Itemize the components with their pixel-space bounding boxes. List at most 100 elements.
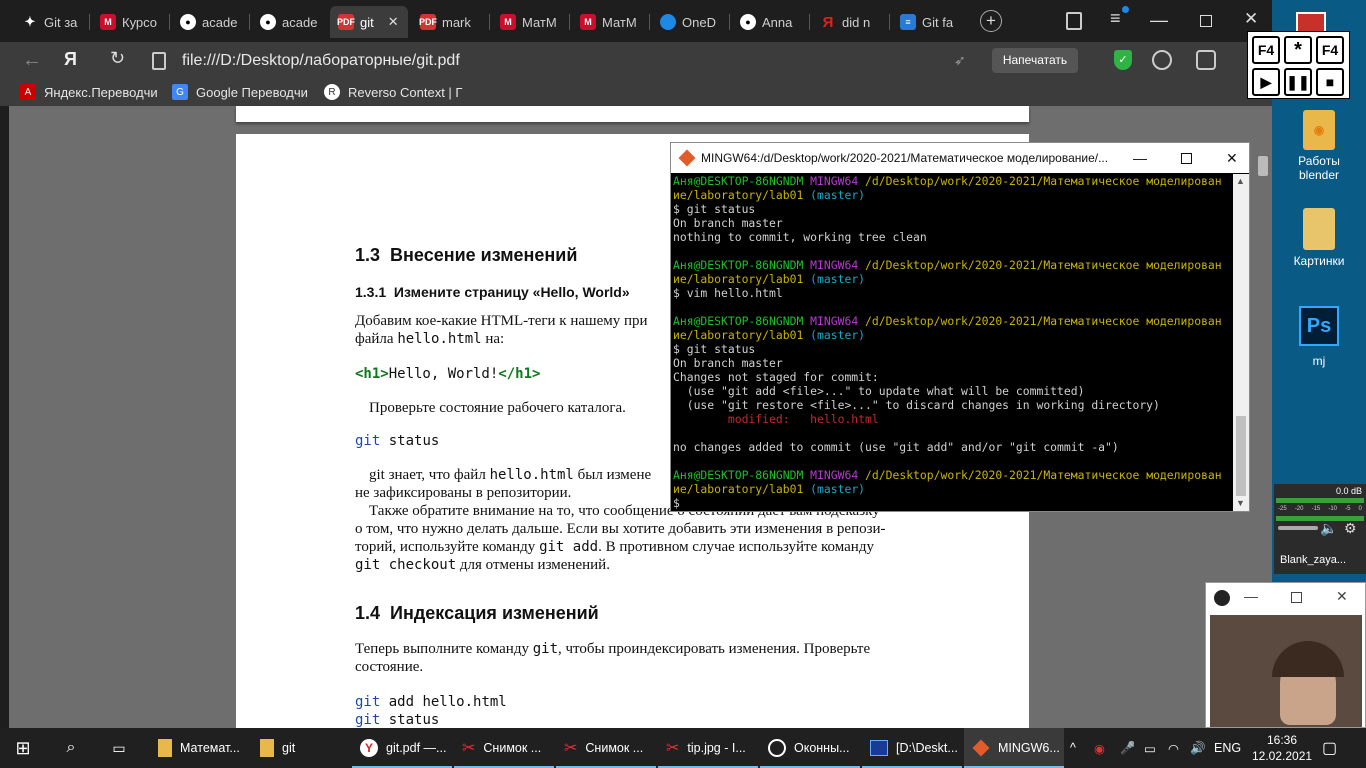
paragraph-text: Добавим кое-какие HTML-теги к нашему при (355, 313, 648, 329)
subsection-heading: 1.3.1 Измените страницу «Hello, World» (355, 284, 630, 300)
taskbar-item-8-active[interactable]: MINGW6... (964, 728, 1064, 768)
translate-icon: A (20, 84, 36, 100)
tab-5[interactable]: PDF mark (412, 6, 488, 38)
tab-8[interactable]: OneD (652, 6, 728, 38)
back-icon[interactable]: ← (22, 49, 42, 72)
app-icon: M (580, 14, 596, 30)
f4-button[interactable]: F4 (1252, 36, 1280, 64)
tab-6[interactable]: M МатМ (492, 6, 568, 38)
tab-11[interactable]: ≡ Git fa (892, 6, 968, 38)
folder-icon (158, 739, 172, 757)
search-icon: ⌕ (66, 739, 76, 756)
tab-7[interactable]: M МатМ (572, 6, 648, 38)
bookmark-google-translate[interactable]: G Google Переводчи (172, 84, 308, 100)
tab-3[interactable]: ● acade (252, 6, 328, 38)
close-window-button[interactable]: ✕ (1244, 9, 1258, 29)
terminal-output[interactable]: Аня@DESKTOP-86NGNDM MINGW64 /d/Desktop/w… (673, 174, 1233, 510)
taskbar-item-7[interactable]: [D:\Deskt... (862, 728, 962, 768)
snip-icon: ✂ (564, 740, 578, 757)
folder-icon (1303, 208, 1335, 250)
tab-9[interactable]: ● Anna (732, 6, 808, 38)
close-button[interactable]: ✕ (1336, 588, 1348, 605)
gear-icon[interactable]: ⚙ (1344, 520, 1357, 537)
bookmarks-bar: A Яндекс.Переводчи G Google Переводчи R Rev… (0, 80, 1272, 106)
wifi-icon[interactable]: ◠ (1168, 728, 1184, 768)
close-icon[interactable]: ✕ (388, 14, 399, 30)
scroll-thumb[interactable] (1236, 416, 1246, 496)
taskbar-item-1[interactable]: git (252, 728, 348, 768)
taskbar-item-3[interactable]: ✂ Снимок ... (454, 728, 554, 768)
print-button[interactable]: Напечатать (992, 48, 1078, 73)
code-block: git status (355, 712, 440, 728)
pdf-icon: PDF (337, 14, 355, 30)
code-block: git status (355, 433, 440, 449)
minimize-button[interactable]: — (1244, 588, 1258, 604)
maximize-button[interactable] (1200, 15, 1212, 27)
desktop-icon-blender[interactable]: ◉ Работы blender (1279, 110, 1359, 182)
pdf-scrollbar[interactable] (1258, 156, 1268, 176)
section-heading: 1.3 Внесение изменений (355, 245, 578, 265)
terminal-scrollbar[interactable]: ▲ ▼ (1233, 174, 1249, 511)
url-field[interactable]: file:///D:/Desktop/лабораторные/git.pdf (146, 46, 976, 76)
scroll-up-icon[interactable]: ▲ (1236, 176, 1245, 186)
paragraph-text: git знает, что файл hello.html был измен… (369, 467, 652, 483)
task-view-button[interactable]: ▭ (96, 728, 142, 768)
minimize-button[interactable]: — (1150, 10, 1168, 31)
obs-icon (1214, 590, 1230, 606)
address-bar: ← Я ↻ file:///D:/Desktop/лабораторные/gi… (0, 42, 1272, 80)
maximize-button[interactable] (1291, 592, 1302, 603)
tray-chevron-icon[interactable]: ^ (1070, 728, 1086, 768)
desktop-icon-photoshop[interactable]: Ps mj (1279, 306, 1359, 368)
taskbar-item-2[interactable]: Ygit.pdf —... (352, 728, 452, 768)
bookmark-yandex-translate[interactable]: A Яндекс.Переводчи (20, 84, 158, 100)
blender-folder-icon: ◉ (1303, 110, 1335, 150)
mute-icon[interactable]: 🔈 (1320, 520, 1337, 537)
tab-2[interactable]: ● acade (172, 6, 248, 38)
battery-icon[interactable]: ▭ (1144, 728, 1160, 768)
notifications-icon[interactable]: ▢ (1322, 728, 1346, 768)
stop-icon[interactable]: ■ (1316, 68, 1344, 96)
scroll-down-icon[interactable]: ▼ (1236, 498, 1245, 508)
new-tab-button[interactable]: + (980, 10, 1002, 32)
bookmark-reverso[interactable]: R Reverso Context | Г (324, 84, 462, 100)
close-button[interactable]: ✕ (1226, 150, 1238, 167)
shield-icon[interactable]: ✓ (1114, 50, 1132, 70)
rocket-icon[interactable]: ➶ (954, 52, 966, 69)
tab-10[interactable]: Яdid n (812, 6, 888, 38)
alice-icon[interactable] (1152, 50, 1172, 70)
snip-icon: ✂ (666, 740, 680, 757)
audio-mixer: 0.0 dB -25 -20 -15 -10 -5 0 🔈 ⚙ Blank_zaya... (1274, 484, 1366, 574)
tab-4-active[interactable]: PDF git ✕ (330, 6, 408, 38)
github-icon: ● (180, 14, 196, 30)
pause-icon[interactable]: ❚❚ (1284, 68, 1312, 96)
minimize-button[interactable]: — (1133, 150, 1147, 166)
search-button[interactable]: ⌕ (48, 728, 94, 768)
extensions-icon[interactable] (1196, 50, 1216, 70)
tab-1[interactable]: M Курсо (92, 6, 168, 38)
taskbar-item-4[interactable]: ✂ Снимок ... (556, 728, 656, 768)
volume-icon[interactable]: 🔊 (1190, 728, 1206, 768)
terminal-titlebar[interactable]: MINGW64:/d/Desktop/work/2020-2021/Матема… (671, 143, 1249, 173)
taskbar-item-6[interactable]: Оконны... (760, 728, 860, 768)
clock[interactable]: 16:36 12.02.2021 (1252, 732, 1312, 764)
github-icon: ● (740, 14, 756, 30)
menu-icon[interactable]: ≡ (1110, 6, 1129, 29)
yandex-logo-icon[interactable]: Я (64, 49, 77, 70)
maximize-button[interactable] (1181, 152, 1192, 164)
play-icon[interactable]: ▶ (1252, 68, 1280, 96)
f4-button[interactable]: F4 (1316, 36, 1344, 64)
start-button[interactable]: ⊞ (0, 728, 46, 768)
tab-0[interactable]: ✦ Git за (14, 6, 88, 38)
paragraph-text: состояние. (355, 659, 424, 675)
desktop-icon-pictures[interactable]: Картинки (1279, 208, 1359, 268)
yandex-browser-icon: Y (360, 739, 378, 757)
volume-slider[interactable] (1278, 526, 1318, 530)
reload-icon[interactable]: ↻ (110, 48, 125, 69)
asterisk-button[interactable]: * (1284, 36, 1312, 64)
taskbar-item-5[interactable]: ✂ tip.jpg - I... (658, 728, 758, 768)
tabs-collection-icon[interactable] (1066, 12, 1082, 30)
language-indicator[interactable]: ENG (1214, 728, 1244, 768)
tray-record-icon[interactable]: ◉ (1094, 728, 1112, 768)
taskbar-item-0[interactable]: Математ... (150, 728, 250, 768)
microphone-icon[interactable]: 🎤 (1120, 728, 1134, 768)
